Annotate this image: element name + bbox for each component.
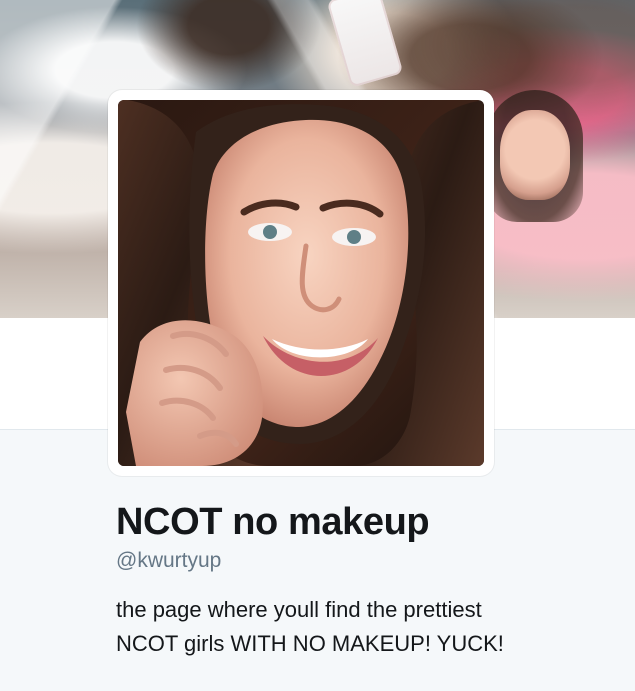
- profile-screen-name: @kwurtyup: [116, 549, 222, 572]
- header-sash: [326, 0, 404, 88]
- profile-avatar[interactable]: [118, 100, 484, 466]
- profile-avatar-frame[interactable]: [108, 90, 494, 476]
- profile-bio: the page where youll find the prettiest …: [116, 597, 504, 656]
- profile-info: NCOT no makeup @kwurtyup the page where …: [116, 500, 606, 661]
- header-background-face: [500, 110, 570, 200]
- profile-display-name: NCOT no makeup: [116, 501, 430, 543]
